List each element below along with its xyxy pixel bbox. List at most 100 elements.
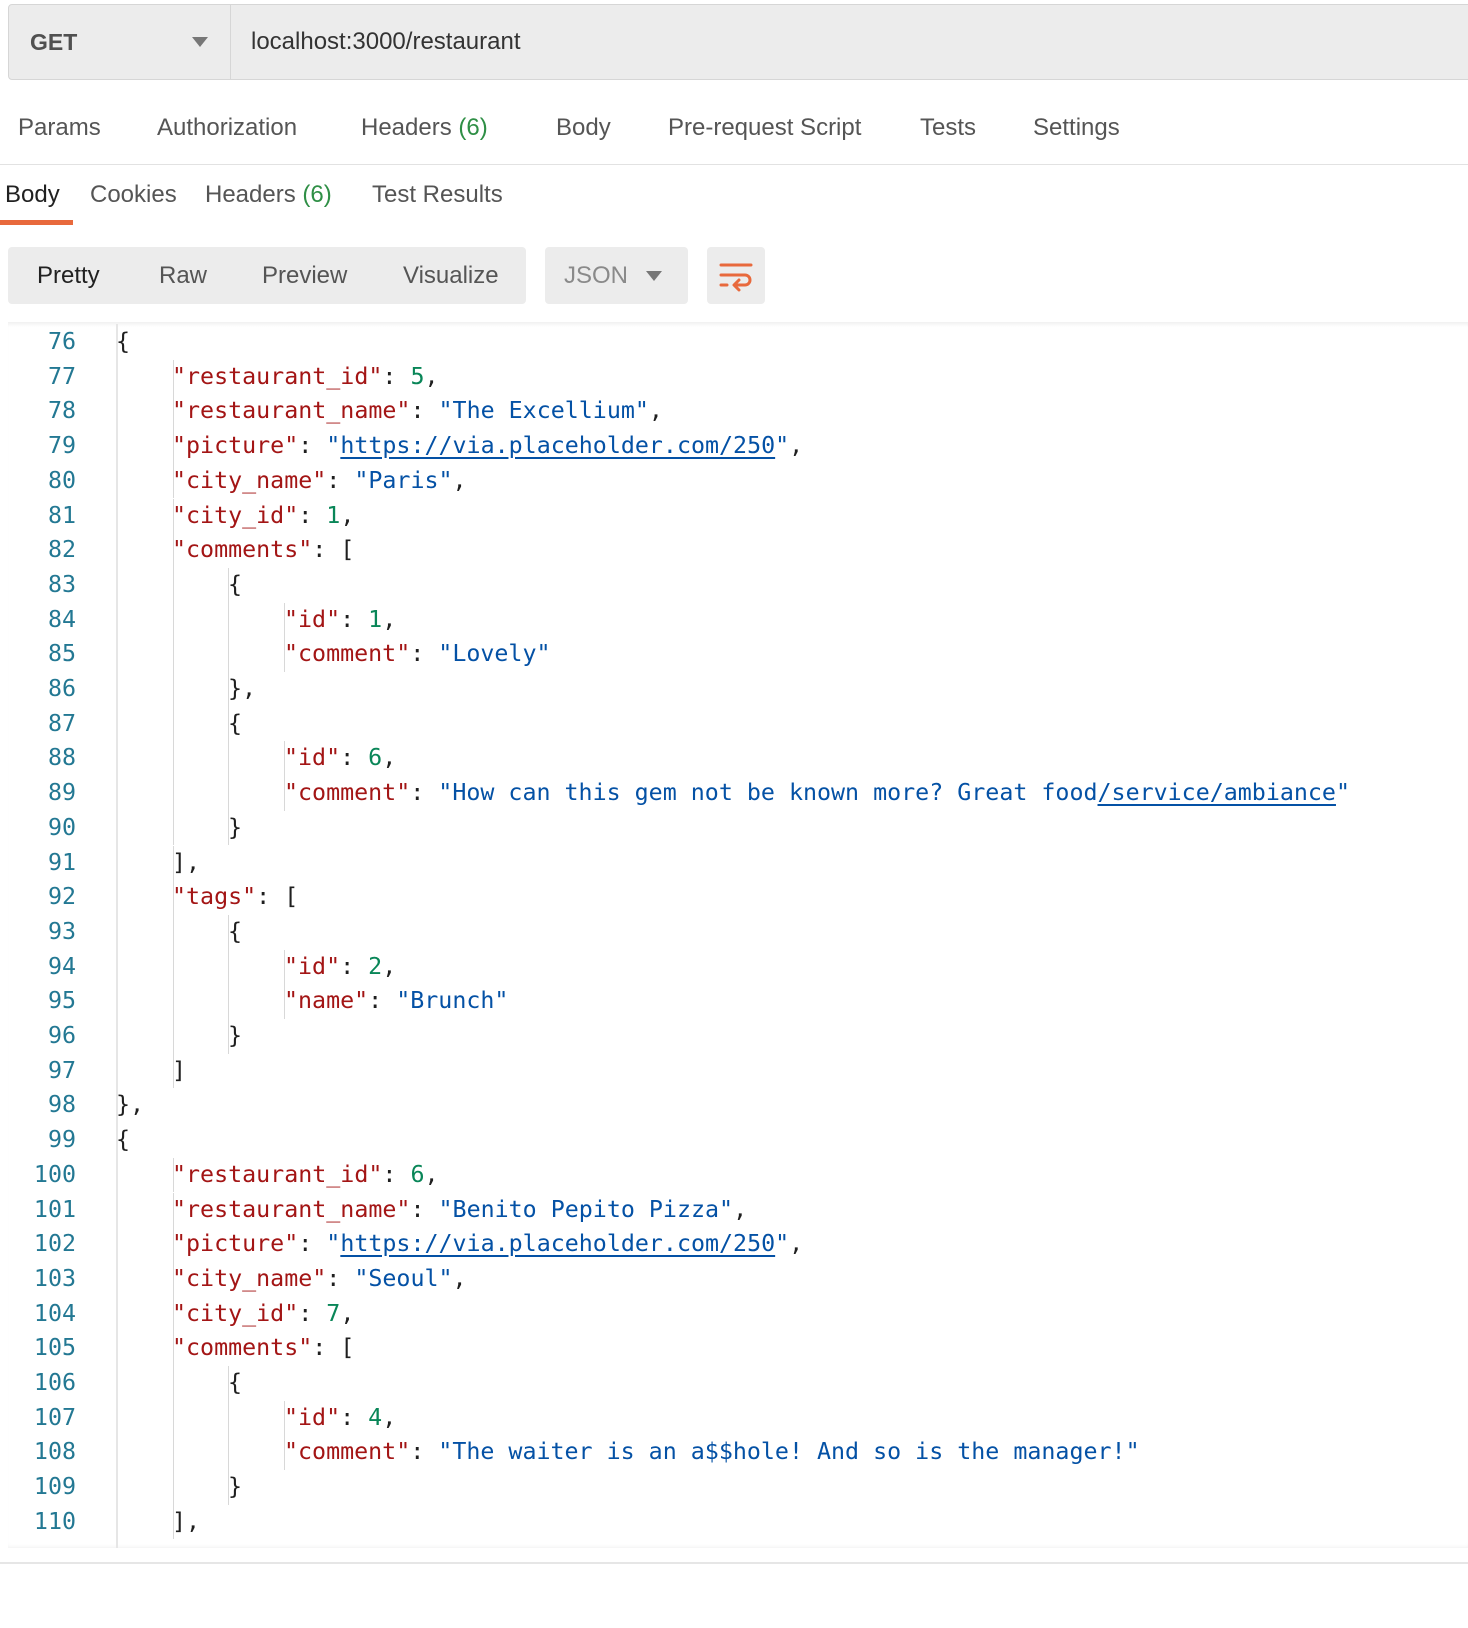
code-line: 103 "city_name": "Seoul", <box>8 1261 1468 1297</box>
gutter-divider <box>116 324 118 1548</box>
code-token: : [ <box>256 883 299 911</box>
code-line: 99 { <box>8 1123 1468 1158</box>
line-number: 82 <box>47 536 76 564</box>
code-token: " <box>775 1230 790 1258</box>
tab-tests[interactable]: Tests <box>920 114 976 142</box>
code-line: 84 "id": 1, <box>8 602 1468 638</box>
active-tab-indicator <box>0 220 73 225</box>
code-text: "tags": [ <box>172 880 298 915</box>
code-text: "comments": [ <box>172 1331 354 1366</box>
code-token: 5 <box>410 362 425 390</box>
tab-params[interactable]: Params <box>18 114 101 142</box>
indent-guide <box>173 567 174 603</box>
line-number: 93 <box>47 917 76 945</box>
code-text: }, <box>228 672 256 707</box>
code-token: 6 <box>368 744 383 772</box>
code-token: : <box>340 1403 369 1431</box>
view-mode-pretty[interactable]: Pretty <box>37 262 100 290</box>
code-token: : <box>326 1264 355 1292</box>
code-token: "tags" <box>172 883 257 911</box>
indent-guide <box>173 776 174 811</box>
indent-guide <box>228 637 229 672</box>
line-number: 105 <box>33 1334 76 1362</box>
code-line: 95 "name": "Brunch" <box>8 984 1468 1019</box>
code-text: ], <box>172 1505 200 1540</box>
method-dropdown[interactable]: GET <box>9 5 231 79</box>
indent-guide <box>228 602 229 638</box>
tab-label: Test Results <box>372 181 503 208</box>
code-token: "The Excellium" <box>438 397 649 425</box>
code-token: : [ <box>312 1334 355 1362</box>
code-text: { <box>228 915 242 950</box>
tab-pre-request-script[interactable]: Pre-request Script <box>668 114 861 142</box>
indent-guide <box>173 1366 174 1401</box>
indent-guide <box>173 1400 174 1436</box>
code-token: : <box>410 1195 439 1223</box>
code-token: : <box>410 1438 439 1466</box>
line-number: 87 <box>47 709 76 737</box>
code-token: "restaurant_name" <box>172 1195 411 1223</box>
headers-count: (6) <box>458 114 488 141</box>
code-token: : <box>340 744 369 772</box>
code-token: ], <box>172 848 201 876</box>
format-dropdown[interactable]: JSON <box>545 247 688 304</box>
code-link[interactable]: /service/ambiance <box>1098 779 1336 806</box>
code-text: "comment": "The waiter is an a$$hole! An… <box>284 1435 1140 1470</box>
indent-guide <box>173 672 174 707</box>
code-token: : <box>410 779 439 807</box>
code-token: : <box>298 1299 327 1327</box>
code-token: : <box>298 432 327 460</box>
code-text: "city_id": 7, <box>172 1297 354 1332</box>
tab-label: Tests <box>920 114 977 141</box>
response-tab-cookies[interactable]: Cookies <box>90 181 177 209</box>
code-token: "comments" <box>172 1334 313 1362</box>
code-text: "picture": "https://via.placeholder.com/… <box>172 1227 803 1262</box>
code-token: , <box>648 397 663 425</box>
response-body-editor[interactable]: 76{77 "restaurant_id": 5, 78 "restaurant_na… <box>8 324 1468 1548</box>
response-tab-body[interactable]: Body <box>5 181 60 209</box>
code-text: "comments": [ <box>172 533 354 568</box>
tab-authorization[interactable]: Authorization <box>157 114 297 142</box>
url-input[interactable] <box>231 5 1468 79</box>
view-mode-visualize[interactable]: Visualize <box>403 262 499 290</box>
code-token: : <box>368 987 397 1015</box>
view-mode-raw[interactable]: Raw <box>159 262 207 290</box>
indent-guide <box>228 984 229 1019</box>
code-token: "city_name" <box>172 466 327 494</box>
response-tab-test-results[interactable]: Test Results <box>372 181 503 209</box>
code-text: "name": "Brunch" <box>284 984 508 1019</box>
code-token: , <box>340 501 355 529</box>
indent-guide <box>173 914 174 950</box>
line-number: 103 <box>33 1264 76 1292</box>
code-token: : <box>326 466 355 494</box>
wrap-lines-button[interactable] <box>707 247 765 304</box>
tab-headers[interactable]: Headers (6) <box>361 114 488 142</box>
code-line: 107 "id": 4, <box>8 1400 1468 1436</box>
code-text: { <box>116 1123 130 1158</box>
code-token: ] <box>172 1056 187 1084</box>
line-number: 78 <box>47 397 76 425</box>
response-tab-headers[interactable]: Headers (6) <box>205 181 332 209</box>
code-token: "Paris" <box>354 466 453 494</box>
code-line: 97] <box>8 1053 1468 1089</box>
line-number: 94 <box>47 952 76 980</box>
tab-settings[interactable]: Settings <box>1033 114 1120 142</box>
code-link[interactable]: https://via.placeholder.com/250 <box>340 1230 775 1257</box>
code-token: : <box>298 501 327 529</box>
code-token: : <box>340 952 369 980</box>
indent-guide <box>173 984 174 1019</box>
code-line: 87 { <box>8 706 1468 742</box>
tab-body[interactable]: Body <box>556 114 611 142</box>
code-token: "restaurant_id" <box>172 362 383 390</box>
tab-label: Cookies <box>90 181 177 208</box>
code-token: "picture" <box>172 432 299 460</box>
editor-bottom-border <box>0 1562 1468 1564</box>
code-text: "restaurant_name": "The Excellium", <box>172 394 663 429</box>
code-token: " <box>1335 779 1350 807</box>
code-line: 104 "city_id": 7, <box>8 1296 1468 1332</box>
line-number: 107 <box>33 1403 76 1431</box>
code-link[interactable]: https://via.placeholder.com/250 <box>340 432 775 459</box>
code-token: , <box>452 466 467 494</box>
line-number: 108 <box>33 1438 76 1466</box>
view-mode-preview[interactable]: Preview <box>262 262 347 290</box>
